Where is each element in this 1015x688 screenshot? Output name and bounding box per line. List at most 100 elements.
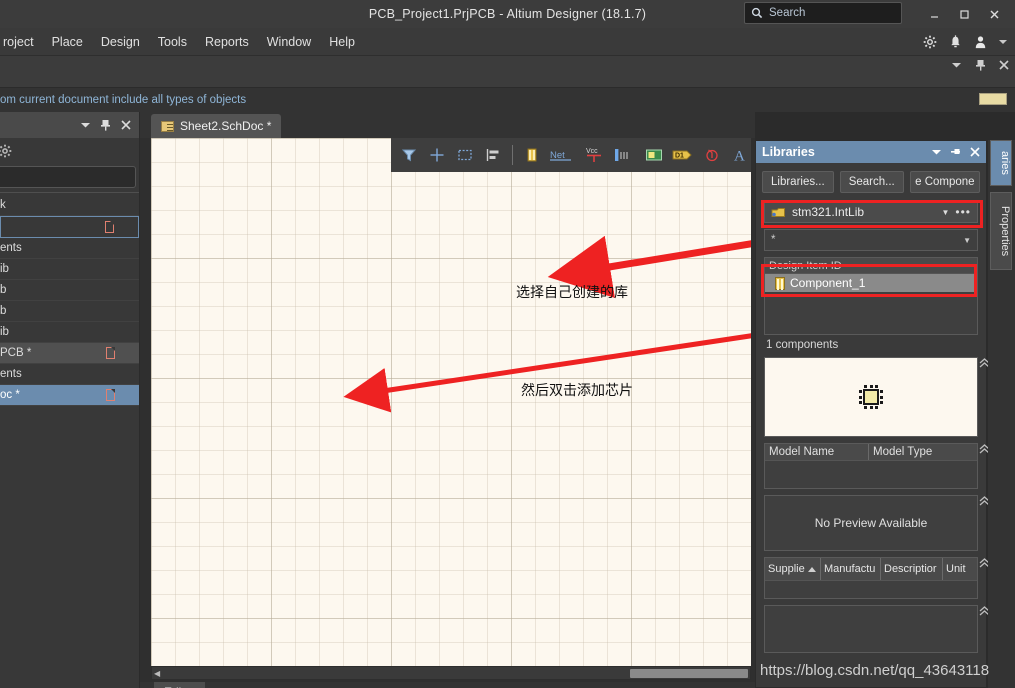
svg-text:Vcc: Vcc — [586, 148, 598, 155]
filter-icon[interactable] — [397, 143, 421, 167]
close-icon[interactable] — [997, 58, 1011, 72]
menu-item-design[interactable]: Design — [92, 28, 149, 56]
library-options-button[interactable]: ••• — [955, 205, 971, 219]
list-item[interactable]: ib — [0, 322, 139, 343]
gear-icon[interactable] — [0, 144, 12, 158]
pin-icon[interactable] — [950, 147, 961, 158]
list-item[interactable]: b — [0, 301, 139, 322]
library-selector-combo[interactable]: stm321.IntLib ▼ ••• — [764, 201, 978, 223]
net-label-icon[interactable]: Net — [548, 143, 578, 167]
chevron-down-icon[interactable] — [81, 122, 90, 128]
list-item-label: k — [0, 199, 6, 211]
menu-item-project[interactable]: roject — [0, 28, 43, 56]
list-item[interactable]: oc * — [0, 385, 139, 406]
search-button[interactable]: Search... — [839, 171, 904, 193]
vcc-power-icon[interactable]: Vcc — [582, 143, 608, 167]
maximize-button[interactable] — [949, 0, 979, 28]
application-window: PCB_Project1.PrjPCB - Altium Designer (1… — [0, 0, 1015, 688]
close-icon[interactable] — [121, 120, 131, 130]
document-icon — [105, 221, 114, 233]
place-component-button[interactable]: e Compone — [909, 171, 980, 193]
chevron-down-icon[interactable] — [949, 58, 963, 72]
close-button[interactable] — [979, 0, 1009, 28]
text-icon[interactable]: A — [728, 143, 751, 167]
global-search-placeholder: Search — [769, 7, 806, 19]
filter-color-swatch[interactable] — [979, 93, 1007, 105]
supplier-column-header[interactable]: Supplie — [765, 558, 821, 580]
port-icon[interactable]: D1 — [670, 143, 696, 167]
crosshair-icon[interactable] — [425, 143, 449, 167]
close-icon[interactable] — [970, 147, 980, 157]
description-column-header[interactable]: Descriptior — [881, 558, 943, 580]
list-item[interactable]: k — [0, 195, 139, 216]
pin-icon[interactable] — [973, 58, 987, 72]
libraries-button-row: Libraries... Search... e Compone — [756, 163, 986, 197]
column-resize-handle[interactable]: — — [962, 260, 973, 272]
dashed-rect-icon[interactable] — [453, 143, 477, 167]
watermark-url: https://blog.csdn.net/qq_43643118 — [760, 662, 990, 679]
scrollbar-thumb[interactable] — [630, 669, 748, 678]
chevron-down-icon[interactable] — [932, 149, 941, 155]
chevron-down-icon[interactable]: ▼ — [963, 236, 971, 245]
list-item[interactable]: ib — [0, 259, 139, 280]
unit-column-header[interactable]: Unit — [943, 558, 977, 580]
tab-properties[interactable]: Properties — [990, 192, 1012, 270]
right-side-tab-strip: aries Properties — [988, 140, 1015, 688]
list-item-label: ib — [0, 263, 9, 275]
list-item-label: oc * — [0, 389, 20, 401]
user-icon[interactable] — [974, 35, 987, 49]
tab-editor[interactable]: Editor — [154, 682, 206, 688]
no-preview-message: No Preview Available — [764, 495, 978, 551]
model-name-column-header[interactable]: Model Name — [765, 444, 869, 460]
bell-icon[interactable] — [949, 35, 962, 49]
projects-panel-toolbar — [0, 138, 139, 164]
list-item[interactable]: Component_1 — [765, 274, 977, 292]
schematic-drawing-toolbar: Net Vcc D1 A — [391, 138, 751, 172]
list-item[interactable]: ents — [0, 238, 139, 259]
component-preview-image — [764, 357, 978, 437]
chevron-down-icon[interactable] — [999, 39, 1007, 45]
bottom-detail-box — [764, 605, 978, 653]
tab-label: Sheet2.SchDoc * — [180, 119, 272, 133]
filter-description-text: om current document include all types of… — [0, 94, 247, 106]
list-item[interactable]: b — [0, 280, 139, 301]
design-item-id-column-header: Design Item ID — [769, 259, 842, 272]
design-items-list: Design Item ID — Component_1 — [764, 257, 978, 335]
manufacturer-column-header[interactable]: Manufactu — [821, 558, 881, 580]
sheet-symbol-icon[interactable] — [642, 143, 666, 167]
tab-libraries[interactable]: aries — [990, 140, 1012, 186]
align-icon[interactable] — [481, 143, 505, 167]
minimize-button[interactable] — [919, 0, 949, 28]
pin-icon[interactable] — [100, 119, 111, 131]
list-item-label: b — [0, 284, 7, 296]
schematic-canvas[interactable]: Net Vcc D1 A 选择自己创建的库 然后双击添加芯片 — [151, 138, 751, 666]
menu-item-tools[interactable]: Tools — [149, 28, 196, 56]
tab-sheet2-schdoc[interactable]: Sheet2.SchDoc * — [151, 114, 282, 138]
no-erc-icon[interactable] — [700, 143, 724, 167]
component-icon[interactable] — [520, 143, 544, 167]
gear-icon[interactable] — [923, 35, 937, 49]
menu-item-window[interactable]: Window — [258, 28, 320, 56]
global-search-box[interactable]: Search — [744, 2, 902, 24]
list-item[interactable]: PCB * — [0, 343, 139, 364]
design-items-header[interactable]: Design Item ID — — [765, 258, 977, 274]
chevron-down-icon[interactable]: ▼ — [941, 208, 949, 217]
canvas-horizontal-scrollbar[interactable]: ◀ — [151, 666, 751, 680]
model-table: Model Name Model Type — [764, 443, 978, 489]
list-item[interactable]: ents — [0, 364, 139, 385]
supplier-table-header: Supplie Manufactu Descriptior Unit — [765, 558, 977, 581]
menu-item-place[interactable]: Place — [43, 28, 92, 56]
library-filter-combo[interactable]: * ▼ — [764, 229, 978, 251]
ic-chip-icon — [859, 385, 883, 409]
library-icon — [771, 207, 785, 217]
list-item[interactable] — [0, 216, 139, 238]
menu-item-help[interactable]: Help — [320, 28, 364, 56]
model-type-column-header[interactable]: Model Type — [869, 444, 977, 460]
sort-ascending-icon — [808, 567, 816, 572]
menu-item-reports[interactable]: Reports — [196, 28, 258, 56]
projects-search-input[interactable] — [0, 166, 136, 188]
libraries-button[interactable]: Libraries... — [762, 171, 834, 193]
bus-icon[interactable] — [612, 143, 638, 167]
supplier-column-label: Supplie — [768, 563, 805, 575]
scroll-left-arrow-icon[interactable]: ◀ — [154, 669, 160, 678]
